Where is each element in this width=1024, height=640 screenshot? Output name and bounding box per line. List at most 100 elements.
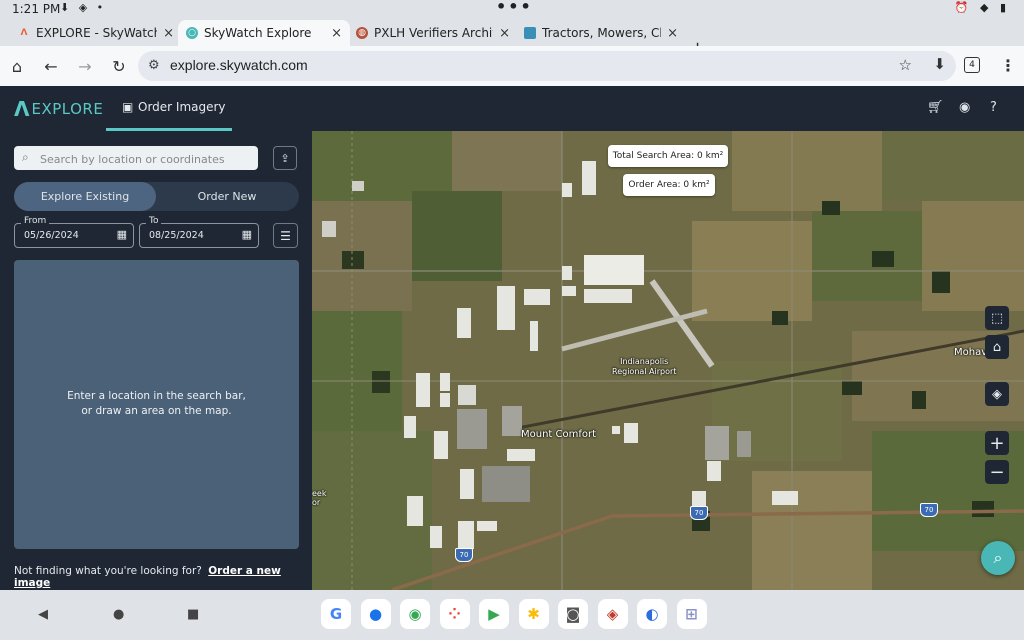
skywatch-globe-icon: ○ [186,27,198,39]
app-header: Λ EXPLORE ▣ Order Imagery 🛒︎ ◉ ? [0,86,1024,131]
satellite-map[interactable]: Total Search Area: 0 km² Order Area: 0 k… [312,131,1024,590]
more-menu-icon[interactable]: ⋮ [1000,56,1016,75]
chrome-app-icon[interactable]: ◉ [400,599,430,629]
bookmark-star-icon[interactable]: ☆ [899,56,912,74]
to-label: To [146,216,162,226]
back-icon[interactable]: ◀ [38,607,48,622]
search-box[interactable]: ⌕ [14,146,258,170]
to-date-value[interactable]: 08/25/2024 [149,230,204,241]
calendar-icon[interactable]: ▦ [242,228,252,241]
messages-app-icon[interactable]: ● [360,599,391,629]
address-bar[interactable]: ⚙ explore.skywatch.com ☆ ⬇ [138,51,956,81]
play-store-app-icon[interactable]: ▶ [479,599,509,629]
close-icon[interactable]: × [331,26,342,41]
interstate-shield-icon: 70 [690,506,708,520]
airport-label-line-1: Indianapolis [620,357,669,366]
help-icon[interactable]: ? [990,100,997,115]
photos-app-icon[interactable]: ✱ [518,599,549,629]
explore-existing-button[interactable]: Explore Existing [14,182,156,211]
mode-toggle: Explore Existing Order New [14,182,299,211]
total-search-area-chip: Total Search Area: 0 km² [608,145,728,167]
zoom-out-button[interactable]: − [985,460,1009,484]
skywatch-logo-icon: Λ [14,97,30,121]
draw-polygon-button[interactable]: ⌂ [985,335,1009,359]
interstate-shield-icon: 70 [455,548,473,562]
empty-state-message: Enter a location in the search bar, or d… [14,389,299,419]
back-arrow-icon[interactable]: ← [40,55,62,77]
empty-line-1: Enter a location in the search bar, [67,390,246,402]
to-date-field[interactable]: To 08/25/2024 ▦ [139,216,259,248]
footer-note: Not finding what you're looking for? Ord… [14,565,312,589]
download-icon[interactable]: ⬇ [933,55,946,73]
search-icon: ⌕ [993,548,1003,567]
tab-pxlh-verifiers[interactable]: ◍ PXLH Verifiers Archives × [348,20,518,46]
reload-icon[interactable]: ↻ [108,55,130,77]
search-input[interactable] [38,149,252,169]
tab-tractors[interactable]: Tractors, Mowers, Chippers × [516,20,686,46]
app-drawer-icon[interactable]: ⊞ [676,599,707,629]
interstate-shield-icon: 70 [920,503,938,517]
browser-tab-strip: Λ EXPLORE - SkyWatch × ○ SkyWatch Explor… [0,18,1024,59]
results-panel: Enter a location in the search bar, or d… [14,260,299,549]
explore-logo[interactable]: Λ EXPLORE [14,97,103,121]
recents-icon[interactable]: ■ [187,607,199,622]
android-navigation-bar: ◀ ● ■ G ● ◉ ⁘ ▶ ✱ ◙ ◈ ◐ ⊞ [0,590,1024,640]
layers-button[interactable]: ◈ [985,382,1009,406]
town-label-mount-comfort: Mount Comfort [521,429,597,440]
close-icon[interactable]: × [667,26,678,41]
tab-explore-skywatch[interactable]: Λ EXPLORE - SkyWatch × [10,20,182,46]
upload-file-button[interactable]: ⇪ [273,146,297,170]
filter-settings-button[interactable]: ☰ [273,223,298,248]
logo-text: EXPLORE [31,100,104,118]
empty-line-2: or draw an area on the map. [81,405,232,417]
url-text[interactable]: explore.skywatch.com [170,57,308,73]
layers-icon: ◈ [992,386,1002,402]
sliders-icon: ☰ [280,228,291,243]
creek-label-line-1: eek [312,489,327,498]
calendar-icon[interactable]: ▦ [117,228,127,241]
sidebar: ⌕ ⇪ Explore Existing Order New From 05/2… [0,131,312,590]
from-label: From [21,216,50,226]
close-icon[interactable]: × [499,26,510,41]
nav-order-imagery[interactable]: ▣ Order Imagery [106,86,232,131]
search-map-button[interactable]: ⌕ [981,541,1015,575]
town-label-mohawk: Mohav [954,347,988,358]
zoom-in-button[interactable]: + [985,431,1009,455]
creek-label: eek or [312,489,326,507]
cart-icon[interactable]: 🛒︎ [927,100,944,115]
tab-skywatch-explore[interactable]: ○ SkyWatch Explore × [178,20,350,46]
tab-title: SkyWatch Explore [204,26,312,40]
image-icon: ▣ [122,100,134,114]
assistant-app-icon[interactable]: ⁘ [439,599,470,629]
airport-label-line-2: Regional Airport [612,367,677,376]
from-date-field[interactable]: From 05/26/2024 ▦ [14,216,134,248]
notification-icons: ⬇ ◈ • [60,1,107,14]
home-icon[interactable]: ● [113,607,124,622]
rectangle-select-icon: ⬚ [990,310,1004,326]
draw-rectangle-button[interactable]: ⬚ [985,306,1009,330]
skywatch-logo-icon: Λ [20,28,28,38]
tab-switcher-button[interactable]: 4 [964,57,980,73]
google-app-icon[interactable]: G [321,599,351,629]
footer-text: Not finding what you're looking for? [14,565,202,577]
camera-app-icon[interactable]: ◙ [558,599,588,629]
tab-title: Tractors, Mowers, Chippers [542,26,661,40]
planet-icon: ◍ [356,27,368,39]
site-settings-icon[interactable]: ⚙ [148,58,160,73]
system-icons: ⏰ ◆ ▮ [954,1,1010,14]
account-icon[interactable]: ◉ [959,100,970,115]
browser-toolbar: ⌂ ← → ↻ ⚙ explore.skywatch.com ☆ ⬇ 4 ⋮ [0,46,1024,86]
custom-app-icon[interactable]: ◈ [597,599,628,629]
window-handle-dots[interactable]: ••• [496,0,533,16]
image-icon [524,27,536,39]
order-new-button[interactable]: Order New [156,182,298,211]
from-date-value[interactable]: 05/26/2024 [24,230,79,241]
clock: 1:21 PM [12,2,61,16]
order-area-chip: Order Area: 0 km² [623,174,715,196]
forward-arrow-icon[interactable]: → [74,55,96,77]
home-icon[interactable]: ⌂ [6,55,28,77]
tab-title: EXPLORE - SkyWatch [36,26,158,40]
browser-app-icon[interactable]: ◐ [637,599,667,629]
status-bar: 1:21 PM ⬇ ◈ • ••• ⏰ ◆ ▮ [0,0,1024,18]
close-icon[interactable]: × [163,26,174,41]
